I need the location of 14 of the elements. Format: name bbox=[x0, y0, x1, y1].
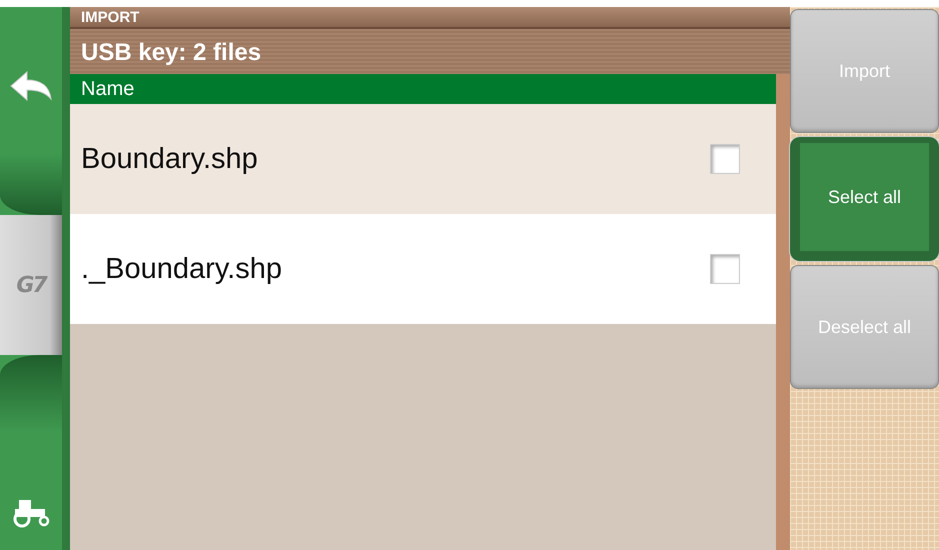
page-title: USB key: 2 files bbox=[80, 38, 262, 68]
back-arrow-icon[interactable] bbox=[9, 69, 53, 103]
column-header[interactable]: Name bbox=[70, 74, 776, 104]
file-row[interactable]: Boundary.shp bbox=[70, 104, 776, 214]
brand-logo[interactable]: G7 bbox=[16, 272, 46, 298]
section-title: IMPORT bbox=[70, 7, 790, 29]
scrollbar[interactable] bbox=[776, 74, 790, 550]
checkbox[interactable] bbox=[710, 254, 740, 284]
tractor-icon[interactable] bbox=[11, 498, 51, 528]
file-name: ._Boundary.shp bbox=[81, 252, 282, 286]
file-row[interactable]: ._Boundary.shp bbox=[70, 214, 776, 324]
checkbox[interactable] bbox=[710, 144, 740, 174]
action-button[interactable]: Select all bbox=[790, 137, 939, 261]
file-name: Boundary.shp bbox=[81, 142, 258, 176]
